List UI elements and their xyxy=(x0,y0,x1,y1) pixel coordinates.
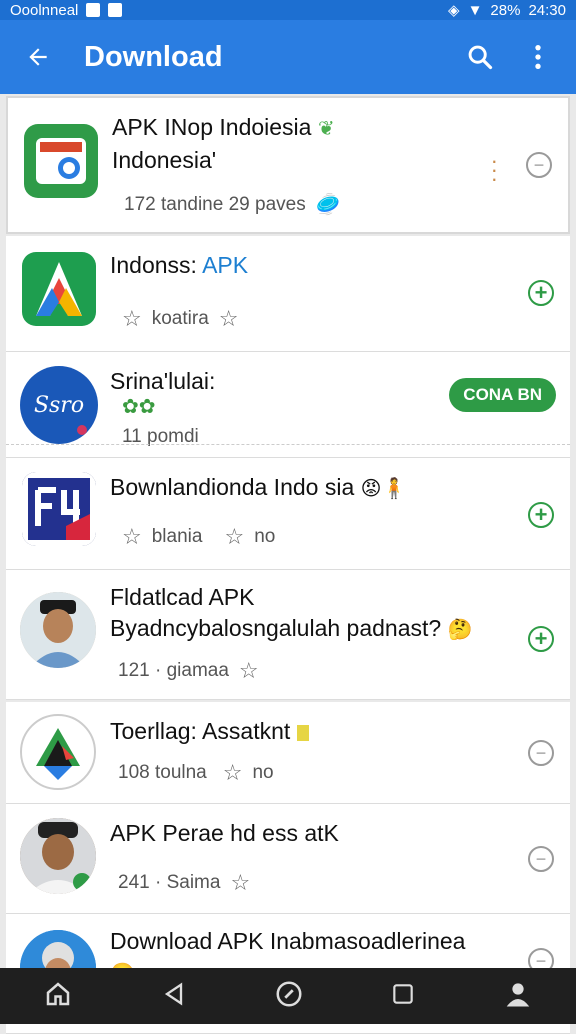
badge-icon xyxy=(296,724,309,741)
add-button[interactable]: + xyxy=(528,502,554,528)
carrier-text: Ooolnneal xyxy=(10,1,79,19)
item-subtitle: Indonesia' xyxy=(112,147,217,173)
item-title: APK INop Indoiesia xyxy=(112,114,312,140)
avatar xyxy=(20,592,96,668)
app-icon xyxy=(20,714,96,790)
item-meta: 241 · Saima xyxy=(118,872,221,893)
item-meta: koatira xyxy=(151,308,209,329)
page-title: Download xyxy=(84,40,223,73)
item-meta-extra: no xyxy=(254,526,276,547)
remove-button[interactable]: − xyxy=(528,740,554,766)
item-title-accent: APK xyxy=(202,252,249,278)
item-title: Download APK Inabmasoadlerinea xyxy=(110,928,466,954)
star-icon: ☆ xyxy=(218,306,239,331)
star-icon: ☆ xyxy=(122,306,142,331)
download-list: APK INop Indoiesia ❦ Indonesia' 172 tand… xyxy=(6,96,570,1034)
person-icon[interactable] xyxy=(503,979,533,1014)
notification-icon xyxy=(86,3,101,17)
list-item[interactable]: Ssro Srina'lulai: ✿✿ 11 pomdi CONA BN xyxy=(6,352,570,458)
remove-button[interactable]: − xyxy=(526,152,552,178)
leaf-icon: ❦ xyxy=(317,118,335,140)
list-item[interactable]: APK Perae hd ess atK 241 · Saima ☆ − xyxy=(6,804,570,914)
star-icon: ☆ xyxy=(222,760,243,785)
home-icon[interactable] xyxy=(43,979,73,1014)
star-icon: ☆ xyxy=(224,524,245,549)
signal-icon: ◈ xyxy=(448,2,460,19)
square-icon[interactable] xyxy=(390,981,416,1012)
star-icon: ☆ xyxy=(122,524,142,549)
clover-icon: ✿✿ xyxy=(122,396,156,418)
add-button[interactable]: + xyxy=(528,280,554,306)
item-title: Srina'lulai: xyxy=(110,368,216,394)
add-button[interactable]: + xyxy=(528,626,554,652)
svg-text:Ssro: Ssro xyxy=(34,393,84,418)
triangle-back-icon[interactable] xyxy=(160,980,188,1013)
list-item[interactable]: Bownlandionda Indo sia 😡🧍 ☆ blania ☆ no … xyxy=(6,458,570,570)
avatar xyxy=(20,818,96,894)
list-item[interactable]: APK INop Indoiesia ❦ Indonesia' 172 tand… xyxy=(6,96,570,234)
star-icon: ☆ xyxy=(230,870,251,895)
app-icon xyxy=(22,472,96,546)
list-item[interactable]: Fldatlcad APK Byadncybalosngalulah padna… xyxy=(6,570,570,700)
app-icon: Ssro xyxy=(20,366,98,444)
item-title: APK Perae hd ess atK xyxy=(110,820,339,846)
more-vert-icon[interactable] xyxy=(520,39,556,75)
battery-text: 28% xyxy=(490,1,521,19)
search-icon[interactable] xyxy=(462,39,498,75)
list-item[interactable]: Toerllag: Assatknt 108 toulna ☆ no − xyxy=(6,702,570,804)
app-bar: Download xyxy=(0,20,576,94)
status-bar: Ooolnneal ◈ ▼ 28% 24:30 xyxy=(0,0,576,20)
item-meta: 172 tandine 29 paves xyxy=(124,193,306,215)
emoji-icon: 🥏 xyxy=(315,194,341,216)
divider xyxy=(6,444,570,445)
compass-icon[interactable] xyxy=(274,979,304,1014)
item-title: Toerllag: Assatknt xyxy=(110,718,291,744)
item-meta: blania xyxy=(151,526,203,547)
item-meta-extra: no xyxy=(252,762,274,783)
star-icon: ☆ xyxy=(238,658,259,683)
install-button[interactable]: CONA BN xyxy=(449,378,556,412)
item-title: Bownlandionda Indo sia xyxy=(110,474,355,500)
clock-text: 24:30 xyxy=(528,1,566,19)
item-title: Fldatlcad APK Byadncybalosngalulah padna… xyxy=(110,584,442,641)
bottom-navigation xyxy=(0,968,576,1024)
more-dots-icon[interactable]: · · · xyxy=(491,150,498,190)
wifi-icon: ▼ xyxy=(467,1,483,19)
item-title: Indonss: xyxy=(110,252,203,278)
notification-icon xyxy=(108,3,123,17)
item-meta: 108 toulna xyxy=(118,762,207,783)
emoji-icon: 😡🧍 xyxy=(360,478,407,500)
thinking-emoji-icon: 🤔 xyxy=(447,619,473,641)
list-item[interactable]: Indonss: APK ☆ koatira ☆ + xyxy=(6,236,570,352)
arrow-left-icon[interactable] xyxy=(20,39,56,75)
remove-button[interactable]: − xyxy=(528,846,554,872)
item-meta: 121 · giamaa xyxy=(118,660,229,681)
app-icon xyxy=(22,252,96,326)
app-icon xyxy=(24,124,98,198)
